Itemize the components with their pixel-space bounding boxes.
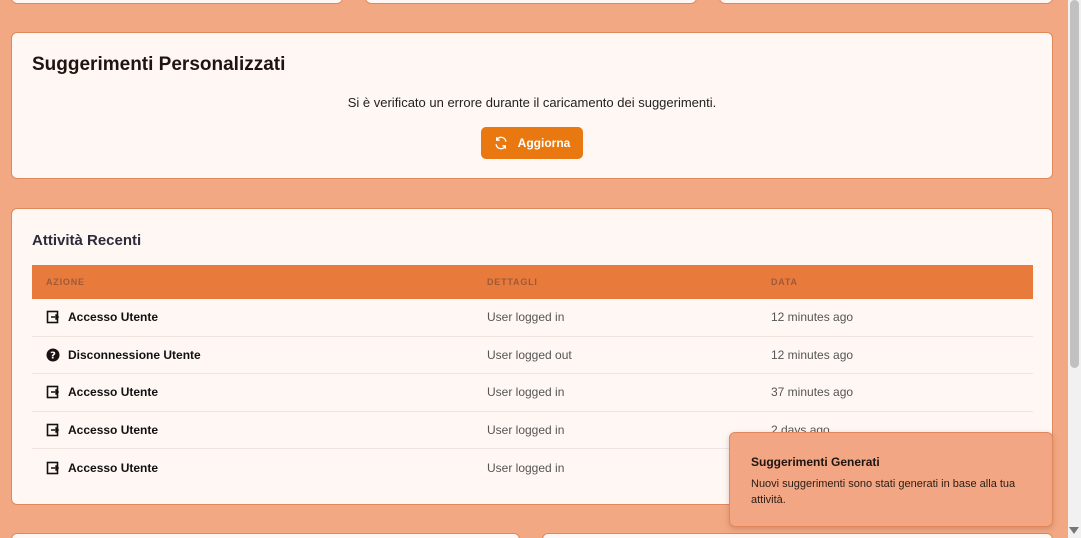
top-card-3 [719,0,1053,4]
details-cell: User logged out [487,347,572,362]
toast-notification[interactable]: Suggerimenti Generati Nuovi suggerimenti… [729,432,1053,527]
column-header-action: AZIONE [46,277,85,287]
question-icon: ? [46,348,60,362]
refresh-icon [495,136,507,150]
date-cell: 12 minutes ago [771,347,854,362]
details-cell: User logged in [487,422,565,437]
action-label: Accesso Utente [68,310,159,325]
suggestions-card: Suggerimenti Personalizzati Si è verific… [11,32,1053,179]
login-icon [46,461,60,475]
suggestions-error-message: Si è verificato un errore durante il car… [347,95,717,110]
scrollbar-thumb[interactable] [1070,0,1079,368]
recent-activity-title: Attività Recenti [32,232,142,249]
bottom-card-1 [11,533,520,538]
table-header: AZIONE DETTAGLI DATA [32,265,1033,299]
action-label: Disconnessione Utente [68,347,201,362]
details-cell: User logged in [487,310,565,325]
login-icon [46,423,60,437]
login-icon [46,310,60,324]
date-cell: 37 minutes ago [771,385,854,400]
vertical-scrollbar[interactable] [1068,0,1081,538]
date-cell: 12 minutes ago [771,310,854,325]
bottom-card-2 [542,533,1053,538]
refresh-button[interactable]: Aggiorna [481,127,583,159]
action-label: Accesso Utente [68,385,159,400]
svg-text:?: ? [50,350,56,361]
toast-title: Suggerimenti Generati [751,455,880,469]
table-row: Accesso Utente User logged in 37 minutes… [32,374,1033,412]
table-row: ? Disconnessione Utente User logged out … [32,337,1033,374]
action-label: Accesso Utente [68,422,159,437]
top-card-2 [365,0,697,4]
refresh-button-label: Aggiorna [517,136,571,150]
details-cell: User logged in [487,460,565,475]
action-label: Accesso Utente [68,460,159,475]
details-cell: User logged in [487,385,565,400]
login-icon [46,385,60,399]
column-header-date: DATA [771,277,798,287]
column-header-details: DETTAGLI [487,277,538,287]
scroll-down-arrow-icon[interactable] [1069,527,1079,534]
toast-body: Nuovi suggerimenti sono stati generati i… [751,478,1016,506]
top-card-1 [11,0,343,4]
table-row: Accesso Utente User logged in 12 minutes… [32,299,1033,337]
suggestions-title: Suggerimenti Personalizzati [32,54,286,75]
